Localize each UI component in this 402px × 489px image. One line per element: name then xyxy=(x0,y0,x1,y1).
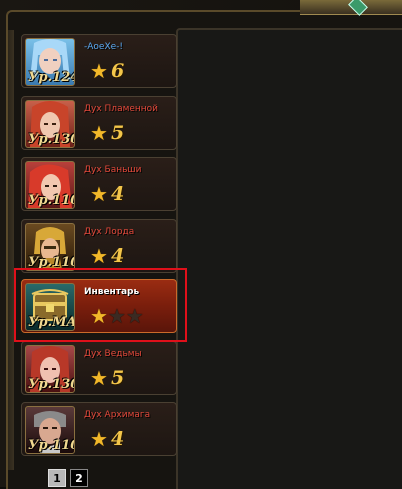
star-count: 4 xyxy=(110,428,125,450)
character-name: Дух Архимага xyxy=(84,410,151,420)
star-rating: ★ 4 xyxy=(90,427,124,451)
level-label: Ур.110 xyxy=(28,193,75,208)
star-count: 6 xyxy=(110,60,125,82)
star-count: 5 xyxy=(110,122,125,144)
star-rating: ★ 6 xyxy=(90,59,124,83)
character-name: Дух Пламенной xyxy=(84,104,159,114)
character-name: Дух Баньши xyxy=(84,165,142,175)
red-haired-woman-portrait-icon: Ур.130 xyxy=(25,100,75,148)
character-name: -АоеХе-! xyxy=(84,42,124,52)
star-icon: ★ xyxy=(90,427,108,451)
witch-portrait-icon: Ур.130 xyxy=(25,345,75,393)
star-rating: ★ 5 xyxy=(90,366,124,390)
side-rail xyxy=(8,30,14,470)
star-icon: ★ xyxy=(90,182,108,206)
character-name: Дух Лорда xyxy=(84,227,135,237)
golden-helmet-lord-portrait-icon: Ур.110 xyxy=(25,223,75,271)
character-card[interactable]: Ур.130 Дух Ведьмы ★ 5 xyxy=(21,341,177,395)
pagination: 1 2 xyxy=(48,469,88,487)
level-label: Ур.124 xyxy=(28,70,75,85)
page-button-1[interactable]: 1 xyxy=(48,469,66,487)
character-card[interactable]: Ур.124 -АоеХе-! ★ 6 xyxy=(21,34,177,88)
star-rating: ★ 4 xyxy=(90,244,124,268)
star-count: 4 xyxy=(110,245,125,267)
star-count: 4 xyxy=(110,183,125,205)
blue-haired-hero-portrait-icon: Ур.124 xyxy=(25,38,75,86)
level-label: Ур.130 xyxy=(28,377,75,392)
star-icon: ★ xyxy=(90,366,108,390)
character-card[interactable]: Ур.110 Дух Архимага ★ 4 xyxy=(21,402,177,456)
star-count: 5 xyxy=(110,367,125,389)
character-card[interactable]: Ур.110 Дух Баньши ★ 4 xyxy=(21,157,177,211)
character-card[interactable]: Ур.110 Дух Лорда ★ 4 xyxy=(21,219,177,273)
star-icon: ★ xyxy=(90,59,108,83)
star-rating: ★ 4 xyxy=(90,182,124,206)
star-icon: ★ xyxy=(90,121,108,145)
old-archmage-portrait-icon: Ур.110 xyxy=(25,406,75,454)
level-label: Ур.110 xyxy=(28,438,75,453)
page-button-2[interactable]: 2 xyxy=(70,469,88,487)
level-label: Ур.130 xyxy=(28,132,75,147)
game-window: Ур.124 -АоеХе-! ★ 6 Ур.130 Дух Пламенной… xyxy=(0,0,402,489)
character-name: Дух Ведьмы xyxy=(84,349,142,359)
star-rating: ★ 5 xyxy=(90,121,124,145)
detail-panel xyxy=(176,28,402,489)
character-card[interactable]: Ур.130 Дух Пламенной ★ 5 xyxy=(21,96,177,150)
selection-highlight xyxy=(14,268,187,342)
star-icon: ★ xyxy=(90,244,108,268)
redhead-banshee-portrait-icon: Ур.110 xyxy=(25,161,75,209)
